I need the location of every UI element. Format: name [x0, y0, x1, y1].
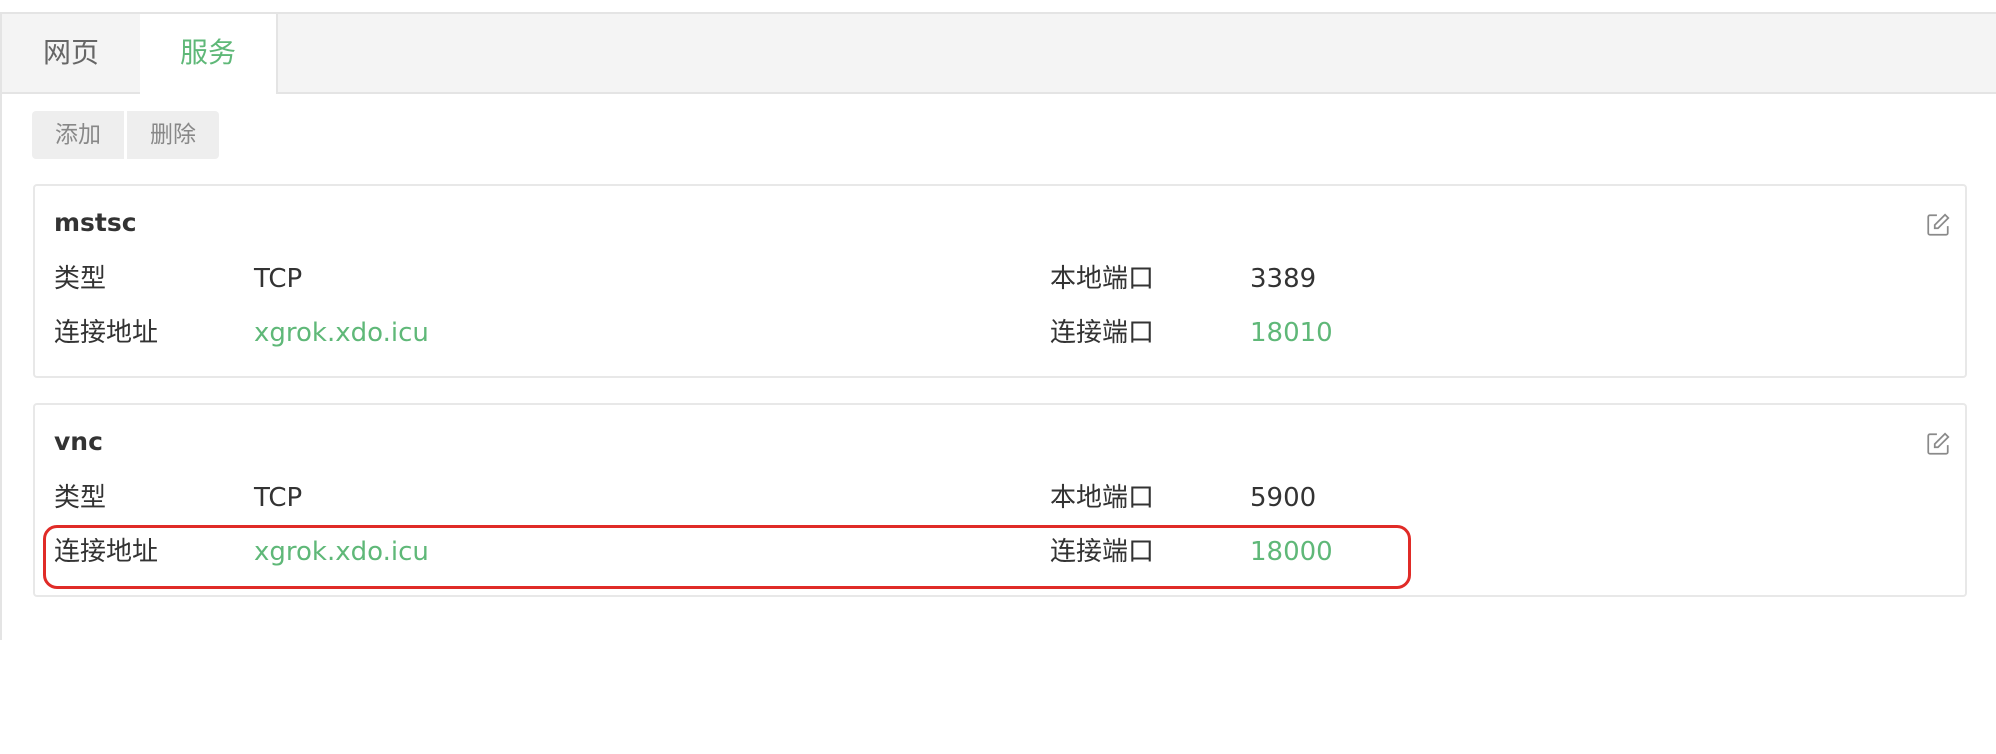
- remote-port-value: 18010: [1250, 318, 1333, 348]
- service-card-mstsc: mstsc 类型 TCP 本地端口 3389 连接地址 xgrok.xdo.ic…: [33, 184, 1967, 378]
- edit-icon[interactable]: [1925, 212, 1951, 238]
- address-value: xgrok.xdo.icu: [254, 318, 429, 348]
- remote-port-label: 连接端口: [1050, 318, 1155, 348]
- local-port-value: 5900: [1250, 483, 1317, 513]
- service-name: vnc: [54, 427, 103, 456]
- edit-icon[interactable]: [1925, 431, 1951, 457]
- type-value: TCP: [254, 264, 303, 294]
- tab-services[interactable]: 服务: [140, 14, 278, 94]
- service-name: mstsc: [54, 208, 137, 237]
- highlight-annotation: [43, 525, 1411, 589]
- local-port-label: 本地端口: [1050, 483, 1155, 513]
- type-value: TCP: [254, 483, 303, 513]
- tab-bar: 网页 服务: [2, 14, 1996, 94]
- type-label: 类型: [54, 264, 107, 294]
- local-port-label: 本地端口: [1050, 264, 1155, 294]
- address-label: 连接地址: [54, 318, 159, 348]
- delete-button[interactable]: 删除: [127, 111, 219, 159]
- tab-webpage[interactable]: 网页: [2, 14, 142, 92]
- local-port-value: 3389: [1250, 264, 1317, 294]
- add-button[interactable]: 添加: [32, 111, 124, 159]
- type-label: 类型: [54, 483, 107, 513]
